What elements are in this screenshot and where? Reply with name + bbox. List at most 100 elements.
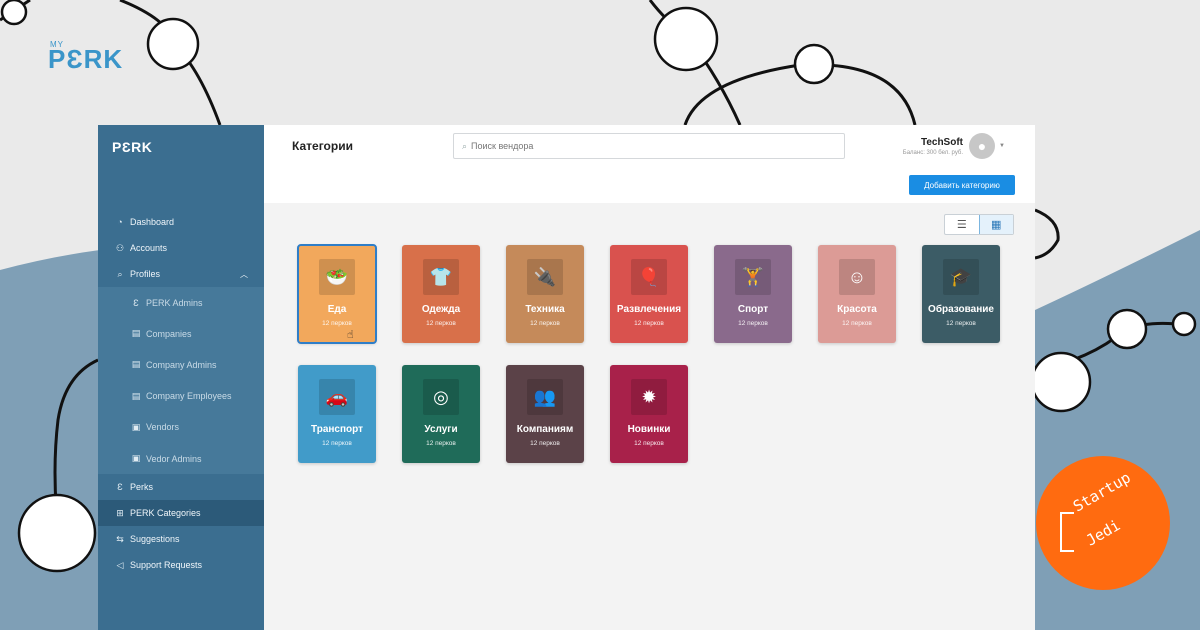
lifebuoy-icon: ◎ xyxy=(423,379,459,415)
sidebar-item-perks[interactable]: Ɛ Perks xyxy=(98,474,264,500)
category-count: 12 перков xyxy=(530,320,560,327)
sidebar-subitem-label: Vedor Admins xyxy=(146,453,202,464)
add-category-button[interactable]: Добавить категорию xyxy=(909,175,1015,195)
search-input[interactable] xyxy=(471,141,812,151)
sidebar-item-support-requests[interactable]: ◁ Support Requests xyxy=(98,552,264,578)
sidebar-subitem-label: Companies xyxy=(146,328,192,339)
sidebar-subitem-company-employees[interactable]: ▤ Company Employees xyxy=(98,381,264,412)
building-icon: ▤ xyxy=(131,328,141,339)
startup-jedi-badge: Startup Jedi xyxy=(1036,456,1170,590)
category-name: Спорт xyxy=(737,304,769,315)
sidebar-subitem-company-admins[interactable]: ▤ Company Admins xyxy=(98,349,264,380)
category-name: Образование xyxy=(928,304,994,315)
sidebar-item-label: Accounts xyxy=(130,243,168,253)
category-count: 12 перков xyxy=(322,320,352,327)
sidebar-subitem-vendor-admins[interactable]: ▣ Vedor Admins xyxy=(98,443,264,474)
list-view-button[interactable]: ☰ xyxy=(945,215,979,234)
sidebar-item-label: Perks xyxy=(130,482,154,493)
clothes-icon: 👕 xyxy=(423,259,459,295)
swap-icon: ⇆ xyxy=(116,533,124,544)
dumbbell-icon: 🏋 xyxy=(735,259,771,295)
sidebar-logo: PƐRK xyxy=(112,139,153,155)
category-name: Услуги xyxy=(424,424,458,435)
sidebar-item-suggestions[interactable]: ⇆ Suggestions xyxy=(98,526,264,552)
table-grid-icon: ▦ xyxy=(991,219,1002,231)
sidebar: PƐRK ◔ Dashboard ⚇ Accounts ⌕ Profiles ︿… xyxy=(98,125,264,630)
app-window: PƐRK ◔ Dashboard ⚇ Accounts ⌕ Profiles ︿… xyxy=(98,125,1035,630)
sidebar-subitem-label: PERK Admins xyxy=(146,297,203,308)
category-card-entertainment[interactable]: 🎈 Развлечения 12 перков xyxy=(610,245,688,343)
category-card-tech[interactable]: 🔌 Техника 12 перков xyxy=(506,245,584,343)
pie-chart-icon: ◔ xyxy=(117,217,123,227)
store-icon: ▣ xyxy=(131,453,141,464)
category-card-education[interactable]: 🎓 Образование 12 перков xyxy=(922,245,1000,343)
new-badge-icon: ✹ xyxy=(631,379,667,415)
category-name: Компаниям xyxy=(516,424,574,435)
main-content: Категории ⌕ TechSoft Баланс: 300 бел. ру… xyxy=(264,125,1035,630)
category-card-food[interactable]: 🥗 Еда 12 перков ☝ xyxy=(297,244,377,344)
category-name: Одежда xyxy=(421,304,461,315)
category-count: 12 перков xyxy=(530,440,560,447)
profiles-submenu: Ɛ PERK Admins ▤ Companies ▤ Company Admi… xyxy=(98,287,264,475)
user-icon: ● xyxy=(977,138,987,154)
megaphone-icon: ◁ xyxy=(116,559,124,570)
category-card-beauty[interactable]: ☺ Красота 12 перков xyxy=(818,245,896,343)
category-count: 12 перков xyxy=(634,440,664,447)
perk-icon: Ɛ xyxy=(117,482,123,493)
sidebar-item-label: PERK Categories xyxy=(130,508,201,519)
food-icon: 🥗 xyxy=(319,259,355,295)
grid-icon: ⊞ xyxy=(116,507,124,518)
sidebar-item-label: Profiles xyxy=(130,269,161,279)
category-card-transport[interactable]: 🚗 Транспорт 12 перков xyxy=(298,365,376,463)
category-count: 12 перков xyxy=(634,320,664,327)
badge-line-2: Jedi xyxy=(1083,515,1124,550)
category-count: 12 перков xyxy=(426,440,456,447)
category-card-clothes[interactable]: 👕 Одежда 12 перков xyxy=(402,245,480,343)
store-icon: ▣ xyxy=(131,421,141,432)
chevron-down-icon[interactable]: ▼ xyxy=(999,143,1005,149)
sidebar-item-dashboard[interactable]: ◔ Dashboard xyxy=(98,209,264,235)
car-icon: 🚗 xyxy=(319,379,355,415)
category-name: Развлечения xyxy=(616,304,682,315)
category-count: 12 перков xyxy=(426,320,456,327)
sidebar-item-profiles[interactable]: ⌕ Profiles ︿ xyxy=(98,261,264,287)
sidebar-item-label: Suggestions xyxy=(130,534,180,545)
perk-icon: Ɛ xyxy=(133,297,139,308)
hand-cursor-icon: ☝ xyxy=(347,329,354,341)
badge-line-1: Startup xyxy=(1070,468,1134,516)
category-name: Красота xyxy=(837,304,877,315)
category-card-companies[interactable]: 👥 Компаниям 12 перков xyxy=(506,365,584,463)
sidebar-item-accounts[interactable]: ⚇ Accounts xyxy=(98,235,264,261)
category-name: Новинки xyxy=(627,424,671,435)
building-icon: ▤ xyxy=(131,359,141,370)
search-box[interactable]: ⌕ xyxy=(453,133,845,159)
category-card-new[interactable]: ✹ Новинки 12 перков xyxy=(610,365,688,463)
category-name: Техника xyxy=(525,304,565,315)
category-count: 12 перков xyxy=(946,320,976,327)
balloons-icon: 🎈 xyxy=(631,259,667,295)
sidebar-subitem-perk-admins[interactable]: Ɛ PERK Admins xyxy=(98,287,264,318)
page-title: Категории xyxy=(292,139,353,153)
category-count: 12 перков xyxy=(842,320,872,327)
graduation-cap-icon: 🎓 xyxy=(943,259,979,295)
grid-view-button[interactable]: ▦ xyxy=(978,215,1013,234)
sidebar-item-label: Support Requests xyxy=(130,560,203,571)
face-icon: ☺ xyxy=(839,259,875,295)
users-icon: ⚇ xyxy=(115,242,125,253)
category-card-sport[interactable]: 🏋 Спорт 12 перков xyxy=(714,245,792,343)
tech-icon: 🔌 xyxy=(527,259,563,295)
sidebar-subitem-vendors[interactable]: ▣ Vendors xyxy=(98,412,264,443)
top-bar: Категории ⌕ TechSoft Баланс: 300 бел. ру… xyxy=(264,125,1035,203)
sidebar-subitem-label: Company Employees xyxy=(146,391,232,402)
search-icon: ⌕ xyxy=(117,268,123,279)
category-card-services[interactable]: ◎ Услуги 12 перков xyxy=(402,365,480,463)
avatar[interactable]: ● xyxy=(969,133,995,159)
team-icon: 👥 xyxy=(527,379,563,415)
sidebar-subitem-companies[interactable]: ▤ Companies xyxy=(98,318,264,349)
sidebar-item-perk-categories[interactable]: ⊞ PERK Categories xyxy=(98,500,264,527)
search-icon: ⌕ xyxy=(462,140,468,151)
sidebar-nav: ◔ Dashboard ⚇ Accounts ⌕ Profiles ︿ Ɛ PE… xyxy=(98,209,264,578)
chevron-up-icon: ︿ xyxy=(240,269,248,279)
sidebar-item-label: Dashboard xyxy=(130,217,175,227)
user-name: TechSoft xyxy=(920,137,963,148)
